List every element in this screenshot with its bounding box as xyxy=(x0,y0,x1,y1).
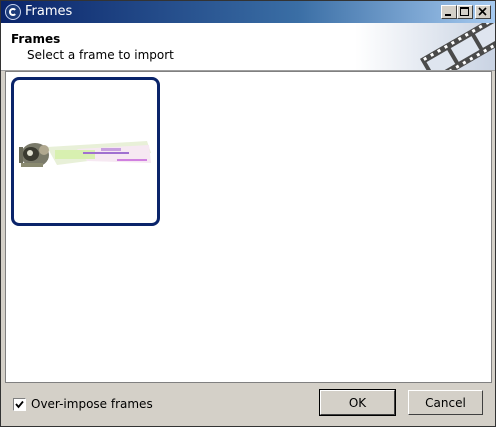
frames-list[interactable] xyxy=(5,71,492,383)
close-button[interactable] xyxy=(475,5,491,19)
minimize-icon xyxy=(445,14,451,16)
frame-thumbnail xyxy=(19,141,151,167)
wizard-header: Frames Select a frame to import xyxy=(1,23,495,71)
minimize-button[interactable] xyxy=(441,5,457,19)
frames-dialog: Frames Frames Select a frame to import O… xyxy=(0,0,496,427)
window-title: Frames xyxy=(25,4,73,19)
frame-tile-1[interactable] xyxy=(11,77,160,226)
close-icon xyxy=(478,7,487,16)
overimpose-label[interactable]: Over-impose frames xyxy=(31,397,153,411)
film-strip-icon xyxy=(355,23,495,70)
title-bar[interactable]: Frames xyxy=(1,1,495,23)
maximize-button[interactable] xyxy=(457,5,473,19)
eclipse-app-icon xyxy=(5,4,21,20)
header-title: Frames xyxy=(11,32,61,46)
header-description: Select a frame to import xyxy=(27,48,174,62)
overimpose-checkbox[interactable] xyxy=(13,398,26,411)
checkmark-icon xyxy=(15,400,24,409)
maximize-icon xyxy=(460,7,469,16)
dialog-footer: Over-impose frames OK Cancel xyxy=(1,384,495,426)
cancel-button[interactable]: Cancel xyxy=(408,390,483,415)
ok-button[interactable]: OK xyxy=(319,389,396,416)
